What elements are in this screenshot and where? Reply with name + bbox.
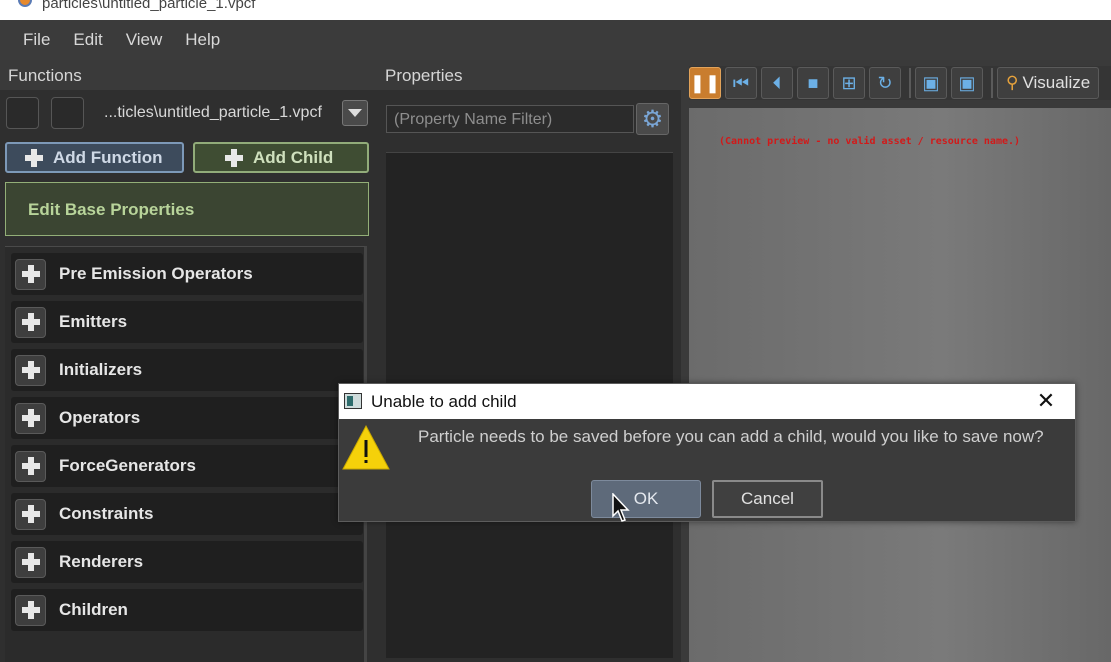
ok-button[interactable]: OK [591, 480, 701, 518]
plus-icon [21, 601, 40, 619]
grid-icon[interactable]: ⊞ [833, 67, 865, 99]
close-icon[interactable]: ✕ [1033, 388, 1059, 414]
preview-panel: ❚❚ ⏮ ⏴ ■ ⊞ ↻ ▣ ▣ ⚲ Visualize (Cannot pre… [681, 60, 1111, 662]
stop-icon[interactable]: ■ [797, 67, 829, 99]
menu-help[interactable]: Help [185, 30, 220, 50]
section-label: ForceGenerators [59, 456, 196, 475]
refresh-icon[interactable]: ↻ [869, 67, 901, 99]
section-initializers[interactable]: Initializers [11, 349, 363, 391]
expand-plus-icon[interactable] [15, 546, 46, 578]
mouse-cursor-icon [612, 493, 630, 522]
expand-plus-icon[interactable] [15, 258, 46, 290]
preview-toolbar: ❚❚ ⏮ ⏴ ■ ⊞ ↻ ▣ ▣ ⚲ Visualize [689, 66, 1111, 100]
plus-icon [21, 505, 40, 523]
section-forcegenerators[interactable]: ForceGenerators [11, 445, 363, 487]
plus-icon [21, 313, 40, 331]
toolbar-square-button-1[interactable] [6, 97, 39, 129]
step-back-icon[interactable]: ⏴ [761, 67, 793, 99]
cancel-button[interactable]: Cancel [712, 480, 823, 518]
section-label: Children [59, 600, 128, 619]
section-operators[interactable]: Operators [11, 397, 363, 439]
camera-axes-icon[interactable]: ▣ [951, 67, 983, 99]
properties-header: Properties [376, 60, 681, 90]
file-path-label: ...ticles\untitled_particle_1.vpcf [104, 104, 322, 121]
toolbar-square-button-2[interactable] [51, 97, 84, 129]
dialog-titlebar: Unable to add child ✕ [339, 384, 1075, 419]
function-section-list: Pre Emission Operators Emitters Initiali… [5, 246, 367, 662]
menu-file[interactable]: File [23, 30, 50, 50]
menu-edit[interactable]: Edit [73, 30, 102, 50]
expand-plus-icon[interactable] [15, 354, 46, 386]
functions-panel: Functions ...ticles\untitled_particle_1.… [0, 60, 376, 662]
expand-plus-icon[interactable] [15, 306, 46, 338]
toolbar-separator [991, 68, 993, 98]
properties-panel: Properties (Property Name Filter) ⚙ [376, 60, 681, 662]
file-dropdown-button[interactable] [342, 100, 368, 126]
warning-icon [342, 424, 390, 470]
section-emitters[interactable]: Emitters [11, 301, 363, 343]
add-function-label: Add Function [53, 147, 163, 167]
magnifier-icon: ⚲ [1006, 73, 1019, 92]
add-child-button[interactable]: Add Child [193, 142, 369, 173]
expand-plus-icon[interactable] [15, 450, 46, 482]
section-label: Operators [59, 408, 141, 427]
section-children[interactable]: Children [11, 589, 363, 631]
toolbar-separator [909, 68, 911, 98]
expand-plus-icon[interactable] [15, 498, 46, 530]
property-filter-input[interactable]: (Property Name Filter) [386, 105, 634, 133]
section-label: Pre Emission Operators [59, 264, 253, 283]
visualize-button[interactable]: ⚲ Visualize [997, 67, 1100, 99]
unable-to-add-child-dialog: Unable to add child ✕ Particle needs to … [338, 383, 1076, 522]
section-pre-emission-operators[interactable]: Pre Emission Operators [11, 253, 363, 295]
dialog-app-icon [344, 393, 362, 409]
window-title: particles\untitled_particle_1.vpcf [42, 0, 256, 12]
plus-icon [21, 553, 40, 571]
expand-plus-icon[interactable] [15, 402, 46, 434]
pause-icon[interactable]: ❚❚ [689, 67, 721, 99]
plus-icon [21, 457, 40, 475]
section-constraints[interactable]: Constraints [11, 493, 363, 535]
add-child-label: Add Child [253, 147, 334, 167]
camera-icon[interactable]: ▣ [915, 67, 947, 99]
section-label: Constraints [59, 504, 154, 523]
add-function-button[interactable]: Add Function [5, 142, 184, 173]
preview-error-message: (Cannot preview - no valid asset / resou… [719, 136, 1021, 147]
expand-plus-icon[interactable] [15, 594, 46, 626]
section-renderers[interactable]: Renderers [11, 541, 363, 583]
dialog-title: Unable to add child [371, 392, 517, 411]
plus-icon [21, 361, 40, 379]
section-label: Renderers [59, 552, 144, 571]
app-icon [18, 0, 32, 7]
dialog-message: Particle needs to be saved before you ca… [418, 427, 1044, 446]
section-label: Initializers [59, 360, 143, 379]
plus-icon [21, 409, 40, 427]
visualize-label: Visualize [1022, 73, 1091, 92]
window-titlebar: particles\untitled_particle_1.vpcf [0, 0, 1111, 20]
app-window: particles\untitled_particle_1.vpcf File … [0, 0, 1111, 662]
plus-icon [225, 148, 243, 167]
menu-view[interactable]: View [126, 30, 163, 50]
restart-icon[interactable]: ⏮ [725, 67, 757, 99]
section-label: Emitters [59, 312, 128, 331]
menu-bar: File Edit View Help [0, 20, 1111, 60]
gear-icon[interactable]: ⚙ [636, 103, 669, 135]
plus-icon [25, 148, 43, 167]
functions-header: Functions [0, 60, 376, 90]
edit-base-properties-button[interactable]: Edit Base Properties [5, 182, 369, 236]
plus-icon [21, 265, 40, 283]
